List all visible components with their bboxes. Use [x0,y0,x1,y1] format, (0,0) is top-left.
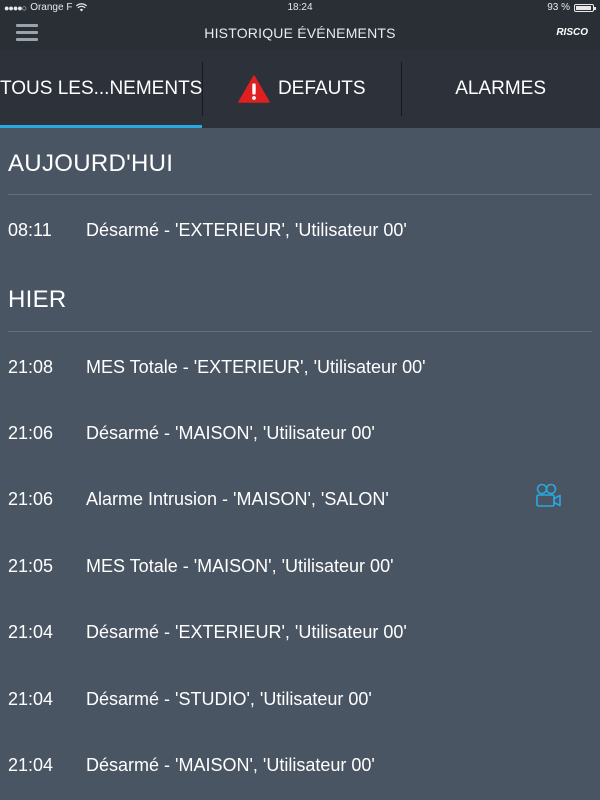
section-divider [8,194,592,195]
event-description: Désarmé - 'STUDIO', 'Utilisateur 00' [86,689,372,709]
video-camera-icon[interactable] [533,481,563,511]
status-time: 18:24 [287,2,313,13]
navigation-bar: HISTORIQUE ÉVÉNEMENTS RISCO [0,16,600,50]
status-bar: ●●●●○ Orange F 18:24 93 % [0,0,600,16]
event-time: 21:06 [8,489,54,509]
event-time: 21:06 [8,423,54,443]
event-time: 08:11 [8,220,52,240]
event-row[interactable]: 21:08 MES Totale - 'EXTERIEUR', 'Utilisa… [0,353,600,383]
event-description: Désarmé - 'EXTERIEUR', 'Utilisateur 00' [86,622,407,642]
event-row[interactable]: 21:04 Désarmé - 'STUDIO', 'Utilisateur 0… [0,685,600,715]
event-time: 21:04 [8,622,54,642]
event-row[interactable]: 21:04 Désarmé - 'EXTERIEUR', 'Utilisateu… [0,618,600,648]
tab-alarms[interactable]: ALARMES [401,50,600,128]
event-description: Désarmé - 'MAISON', 'Utilisateur 00' [86,423,375,443]
tab-faults[interactable]: DEFAUTS [202,50,401,128]
section-header-yesterday: HIER [8,286,67,313]
event-description: Alarme Intrusion - 'MAISON', 'SALON' [86,489,389,509]
tab-all-events[interactable]: TOUS LES...NEMENTS [0,50,203,128]
tab-bar: TOUS LES...NEMENTS DEFAUTS ALARMES [0,50,600,128]
event-time: 21:08 [8,357,54,377]
section-divider [8,331,592,332]
event-description: Désarmé - 'MAISON', 'Utilisateur 00' [86,755,375,775]
tab-alarms-label: ALARMES [455,78,546,99]
event-time: 21:05 [8,556,54,576]
event-row[interactable]: 21:05 MES Totale - 'MAISON', 'Utilisateu… [0,552,600,582]
tab-all-events-label: TOUS LES...NEMENTS [0,78,203,99]
event-history-list[interactable]: AUJOURD'HUI 08:11 Désarmé - 'EXTERIEUR',… [0,128,600,800]
event-row[interactable]: 21:06 Désarmé - 'MAISON', 'Utilisateur 0… [0,419,600,449]
event-time: 21:04 [8,689,54,709]
tab-faults-label: DEFAUTS [277,78,366,99]
section-header-today: AUJOURD'HUI [8,150,174,177]
status-right: 93 % [547,2,596,13]
risco-logo: RISCO [556,27,588,38]
event-row[interactable]: 21:06 Alarme Intrusion - 'MAISON', 'SALO… [0,483,600,515]
event-row[interactable]: 21:04 Désarmé - 'MAISON', 'Utilisateur 0… [0,751,600,781]
event-description: MES Totale - 'EXTERIEUR', 'Utilisateur 0… [86,357,426,377]
battery-percent: 93 % [547,2,570,13]
battery-icon [574,3,596,12]
page-title: HISTORIQUE ÉVÉNEMENTS [204,25,396,41]
event-time: 21:04 [8,755,54,775]
event-row[interactable]: 08:11 Désarmé - 'EXTERIEUR', 'Utilisateu… [0,216,600,246]
warning-triangle-icon [238,75,270,103]
event-description: MES Totale - 'MAISON', 'Utilisateur 00' [86,556,394,576]
event-description: Désarmé - 'EXTERIEUR', 'Utilisateur 00' [86,220,407,240]
